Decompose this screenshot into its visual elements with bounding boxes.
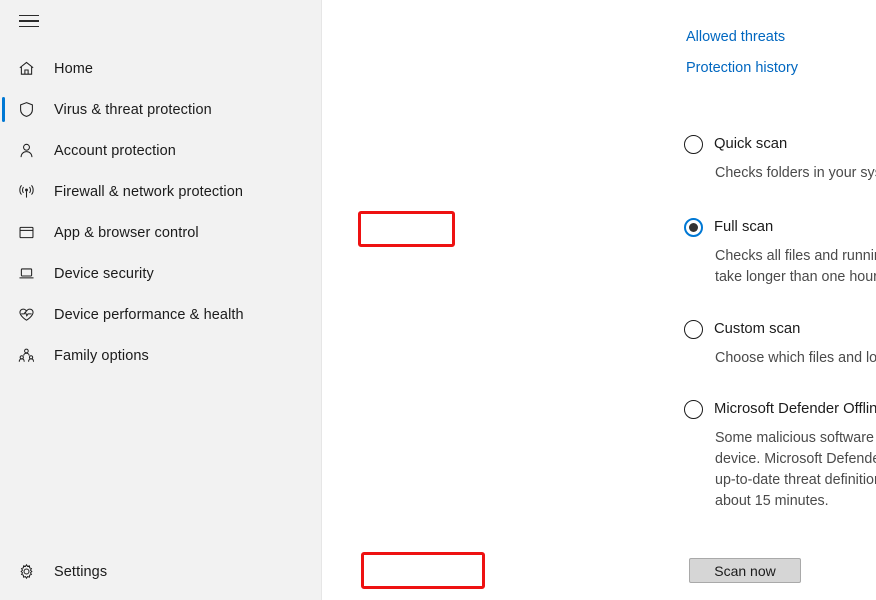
- app-window-icon: [12, 219, 40, 247]
- scan-option-quick-scan: Quick scan Checks folders in your system…: [684, 128, 876, 184]
- scan-option-label: Quick scan: [714, 136, 788, 152]
- sidebar-item-label: Firewall & network protection: [54, 183, 244, 200]
- hamburger-line: [19, 20, 39, 22]
- radio-custom-scan[interactable]: [684, 319, 703, 339]
- quick-links: Allowed threats Protection history: [686, 22, 798, 84]
- radio-full-scan[interactable]: [684, 217, 703, 237]
- scan-option-defender-offline-scan-head[interactable]: Microsoft Defender Offline scan: [684, 393, 876, 425]
- scan-option-custom-scan: Custom scan Choose which files and locat…: [684, 313, 876, 369]
- sidebar-item-label: Home: [54, 60, 94, 77]
- sidebar: Home Virus & threat protection Account p…: [0, 0, 322, 600]
- scan-option-full-scan-head[interactable]: Full scan: [684, 211, 779, 243]
- scan-now-button[interactable]: Scan now: [689, 558, 801, 583]
- sidebar-item-label: Family options: [54, 347, 149, 364]
- home-icon: [12, 55, 40, 83]
- sidebar-settings-container: Settings: [0, 551, 322, 592]
- link-allowed-threats[interactable]: Allowed threats: [686, 22, 785, 53]
- scan-option-description: Checks folders in your system where thre…: [715, 165, 876, 181]
- scan-option-quick-scan-head[interactable]: Quick scan: [684, 128, 793, 160]
- shield-icon: [12, 96, 40, 124]
- link-protection-history[interactable]: Protection history: [686, 53, 798, 84]
- scan-option-custom-scan-head[interactable]: Custom scan: [684, 313, 806, 345]
- laptop-icon: [12, 260, 40, 288]
- scan-option-full-scan: Full scan Checks all files and running p…: [684, 211, 876, 288]
- sidebar-item-account-protection[interactable]: Account protection: [0, 130, 322, 171]
- person-icon: [12, 137, 40, 165]
- main-content: Allowed threats Protection history Quick…: [322, 0, 876, 600]
- sidebar-item-label: App & browser control: [54, 224, 199, 241]
- sidebar-item-device-security[interactable]: Device security: [0, 253, 322, 294]
- sidebar-item-app-browser-control[interactable]: App & browser control: [0, 212, 322, 253]
- hamburger-line: [19, 25, 39, 28]
- selection-indicator: [2, 97, 5, 122]
- sidebar-item-label: Settings: [54, 563, 108, 580]
- sidebar-item-firewall-network-protection[interactable]: Firewall & network protection: [0, 171, 322, 212]
- sidebar-item-label: Account protection: [54, 142, 176, 159]
- sidebar-item-label: Device security: [54, 265, 154, 282]
- sidebar-item-label: Device performance & health: [54, 306, 244, 323]
- wifi-broadcast-icon: [12, 178, 40, 206]
- radio-quick-scan[interactable]: [684, 134, 703, 154]
- scan-option-label: Microsoft Defender Offline scan: [714, 401, 876, 417]
- sidebar-item-label: Virus & threat protection: [54, 101, 212, 118]
- sidebar-item-device-performance-health[interactable]: Device performance & health: [0, 294, 322, 335]
- sidebar-item-home[interactable]: Home: [0, 48, 322, 89]
- heart-pulse-icon: [12, 301, 40, 329]
- sidebar-item-virus-threat-protection[interactable]: Virus & threat protection: [0, 89, 322, 130]
- scan-option-label: Custom scan: [714, 321, 801, 337]
- gear-icon: [12, 558, 40, 586]
- windows-security-window: Home Virus & threat protection Account p…: [0, 0, 876, 600]
- scan-option-label: Full scan: [714, 219, 774, 235]
- sidebar-nav: Home Virus & threat protection Account p…: [0, 48, 322, 376]
- family-people-icon: [12, 342, 40, 370]
- scan-option-description: Choose which files and locations you wan…: [715, 350, 876, 366]
- sidebar-item-settings[interactable]: Settings: [0, 551, 322, 592]
- radio-defender-offline-scan[interactable]: [684, 399, 703, 419]
- scan-option-description: Checks all files and running programs on…: [715, 248, 876, 285]
- scan-option-description: Some malicious software can be particula…: [715, 430, 876, 509]
- sidebar-item-family-options[interactable]: Family options: [0, 335, 322, 376]
- hamburger-line: [19, 14, 39, 17]
- hamburger-icon[interactable]: [10, 6, 48, 36]
- scan-option-defender-offline-scan: Microsoft Defender Offline scan Some mal…: [684, 393, 876, 512]
